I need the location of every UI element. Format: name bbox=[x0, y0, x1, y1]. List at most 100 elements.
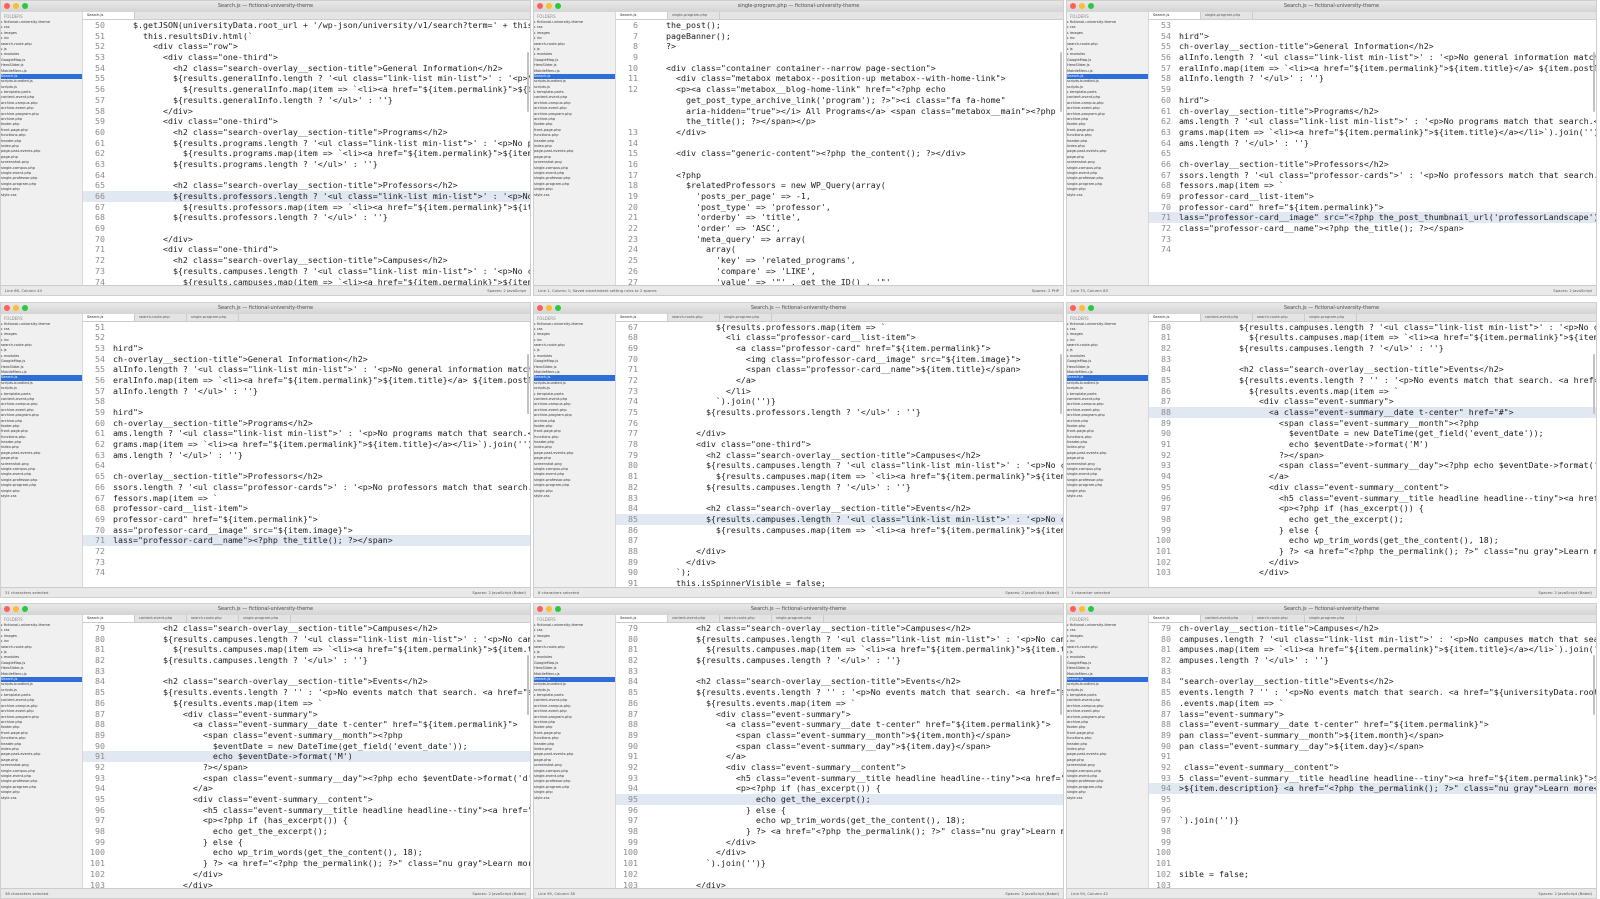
editor-tab[interactable]: Search.js bbox=[1149, 615, 1201, 622]
status-syntax[interactable]: Spaces: 2 JavaScript (Babel) bbox=[472, 588, 526, 597]
sidebar-file[interactable]: style.css bbox=[1, 193, 82, 198]
code-area[interactable]: 6 the_post(); 7 pageBanner(); 8 ?> 9 10 <div… bbox=[616, 20, 1063, 286]
code-editor[interactable]: Search.js search-route.php single-program.… bbox=[83, 313, 530, 588]
line-number: 101 bbox=[90, 858, 105, 869]
code-editor[interactable]: Search.js 50 $.getJSON(universityData.roo… bbox=[83, 12, 530, 286]
code-line: 102 </div> bbox=[83, 869, 530, 880]
window-title: Search.js — fictional-university-theme bbox=[1283, 3, 1380, 9]
vertical-scrollbar[interactable] bbox=[1593, 655, 1595, 715]
editor-tab[interactable]: content-event.php bbox=[1201, 615, 1253, 622]
status-syntax[interactable]: Spaces: 2 PHP bbox=[1032, 286, 1059, 295]
editor-tab[interactable]: Search.js bbox=[83, 12, 135, 19]
code-line: 69 professor-card__list-item"> bbox=[1149, 191, 1596, 202]
editor-tab[interactable]: content-event.php bbox=[135, 615, 187, 622]
status-syntax[interactable]: Spaces: 2 JavaScript bbox=[1553, 286, 1592, 295]
vertical-scrollbar[interactable] bbox=[527, 655, 529, 715]
code-text: echo get_the_excerpt(); bbox=[646, 794, 871, 804]
vertical-scrollbar[interactable] bbox=[1593, 353, 1595, 414]
file-sidebar: FOLDERSfictional-university-themecssimag… bbox=[534, 12, 616, 286]
line-number: 98 bbox=[95, 826, 105, 837]
editor-tab[interactable]: Search.js bbox=[616, 615, 668, 622]
sidebar-file[interactable]: style.css bbox=[1067, 796, 1148, 801]
status-syntax[interactable]: Spaces: 2 JavaScript bbox=[487, 286, 526, 295]
code-editor[interactable]: Search.js single-program.php 53 54 hird"> 55 c… bbox=[1149, 12, 1596, 286]
editor-tab[interactable]: single-program.php bbox=[239, 615, 291, 622]
sidebar-file[interactable]: style.css bbox=[1, 796, 82, 801]
editor-tab[interactable]: search-route.php bbox=[1253, 615, 1305, 622]
editor-tab[interactable]: single-program.php bbox=[1305, 615, 1357, 622]
editor-tab[interactable]: search-route.php bbox=[720, 615, 772, 622]
code-line: 11 <div class="metabox metabox--position… bbox=[616, 73, 1063, 84]
editor-tab[interactable]: single-program.php bbox=[668, 12, 720, 19]
vertical-scrollbar[interactable] bbox=[527, 52, 529, 112]
code-area[interactable]: 51 52 53 hird"> 54 ch-overlay__section-title"… bbox=[83, 322, 530, 588]
editor-tab[interactable]: search-route.php bbox=[1253, 313, 1305, 321]
sidebar-file[interactable]: style.css bbox=[534, 796, 615, 801]
code-line: 100 bbox=[1149, 847, 1596, 858]
line-number: 69 bbox=[95, 223, 105, 234]
line-number: 70 bbox=[95, 233, 105, 244]
editor-tab[interactable]: Search.js bbox=[1149, 313, 1201, 321]
code-editor[interactable]: Search.js content-event.php search-route.p… bbox=[83, 615, 530, 889]
sidebar-file[interactable]: style.css bbox=[1067, 193, 1148, 198]
code-line: 73 </li> bbox=[616, 386, 1063, 397]
code-line: 92 <div class="event-summary__content"> bbox=[616, 762, 1063, 773]
code-area[interactable]: 80 ${results.campuses.length ? '<ul clas… bbox=[1149, 322, 1596, 588]
code-editor[interactable]: Search.js content-event.php search-route.p… bbox=[1149, 313, 1596, 588]
editor-tab[interactable]: single-program.php bbox=[1201, 12, 1253, 19]
status-syntax[interactable]: Spaces: 2 JavaScript (Babel) bbox=[472, 889, 526, 898]
vertical-scrollbar[interactable] bbox=[527, 353, 529, 414]
code-line: 92 ?></span> bbox=[1149, 450, 1596, 461]
line-number: 101 bbox=[1156, 545, 1171, 556]
sidebar-file[interactable]: style.css bbox=[1067, 494, 1148, 499]
code-text: <div class="one-third"> bbox=[113, 244, 278, 255]
editor-tab[interactable]: search-route.php bbox=[187, 615, 239, 622]
code-line: 56 alInfo.length ? '<ul class="link-list … bbox=[1149, 52, 1596, 63]
code-area[interactable]: 79 <h2 class="search-overlay__section-ti… bbox=[83, 623, 530, 889]
editor-tab[interactable]: single-program.php bbox=[1305, 313, 1357, 321]
code-area[interactable]: 79 ch-overlay__section-title">Campuses</h… bbox=[1149, 623, 1596, 889]
status-syntax[interactable]: Spaces: 2 JavaScript (Babel) bbox=[1538, 889, 1592, 898]
vertical-scrollbar[interactable] bbox=[1593, 52, 1595, 112]
editor-tab[interactable]: single-program.php bbox=[720, 313, 772, 321]
status-syntax[interactable]: Spaces: 2 JavaScript (Babel) bbox=[1538, 588, 1592, 597]
status-syntax[interactable]: Spaces: 2 JavaScript (Babel) bbox=[1005, 889, 1059, 898]
code-area[interactable]: 67 ${results.professors.map(item => ` 68 … bbox=[616, 322, 1063, 588]
vertical-scrollbar[interactable] bbox=[1060, 353, 1062, 414]
vertical-scrollbar[interactable] bbox=[1060, 52, 1062, 112]
code-editor[interactable]: Search.js single-program.php 6 the_post();… bbox=[616, 12, 1063, 286]
editor-tab[interactable]: single-program.php bbox=[772, 615, 824, 622]
sidebar-file[interactable]: style.css bbox=[534, 193, 615, 198]
sidebar-file[interactable]: style.css bbox=[534, 494, 615, 499]
code-line: 72 <h2 class="search-overlay__section-ti… bbox=[83, 255, 530, 266]
line-number: 88 bbox=[95, 719, 105, 730]
status-syntax[interactable]: Spaces: 2 JavaScript (Babel) bbox=[1005, 588, 1059, 597]
code-editor[interactable]: Search.js content-event.php search-route.p… bbox=[616, 615, 1063, 889]
editor-tab[interactable]: content-event.php bbox=[1201, 313, 1253, 321]
code-text: <h2 class="search-overlay__section-title… bbox=[113, 255, 448, 266]
code-editor[interactable]: Search.js content-event.php search-route.p… bbox=[1149, 615, 1596, 889]
editor-tab[interactable]: content-event.php bbox=[668, 615, 720, 622]
code-editor[interactable]: Search.js search-route.php single-program.… bbox=[616, 313, 1063, 588]
line-number: 81 bbox=[1161, 332, 1171, 343]
vertical-scrollbar[interactable] bbox=[1060, 655, 1062, 715]
editor-tab[interactable]: Search.js bbox=[1149, 12, 1201, 19]
code-line: 61 ${results.programs.length ? '<ul clas… bbox=[83, 138, 530, 149]
code-area[interactable]: 79 <h2 class="search-overlay__section-ti… bbox=[616, 623, 1063, 889]
sidebar-file[interactable]: style.css bbox=[1, 494, 82, 499]
editor-tab[interactable]: search-route.php bbox=[135, 313, 187, 321]
line-number: 64 bbox=[95, 169, 105, 180]
editor-tab[interactable]: Search.js bbox=[616, 313, 668, 321]
line-number: 56 bbox=[95, 374, 105, 385]
editor-tab[interactable]: search-route.php bbox=[668, 313, 720, 321]
editor-tab[interactable]: Search.js bbox=[616, 12, 668, 19]
code-area[interactable]: 53 54 hird"> 55 ch-overlay__section-title">G… bbox=[1149, 20, 1596, 286]
editor-tab[interactable]: Search.js bbox=[83, 615, 135, 622]
editor-tab[interactable]: Search.js bbox=[83, 313, 135, 321]
editor-tab[interactable]: single-program.php bbox=[187, 313, 239, 321]
code-line: 54 ch-overlay__section-title">General Inf… bbox=[83, 354, 530, 365]
code-area[interactable]: 50 $.getJSON(universityData.root_url + '… bbox=[83, 20, 530, 286]
code-line: 100 </div> bbox=[616, 847, 1063, 858]
code-line: 83 bbox=[1149, 666, 1596, 677]
code-line: 82 ${results.campuses.length ? '</ul>' :… bbox=[616, 655, 1063, 666]
